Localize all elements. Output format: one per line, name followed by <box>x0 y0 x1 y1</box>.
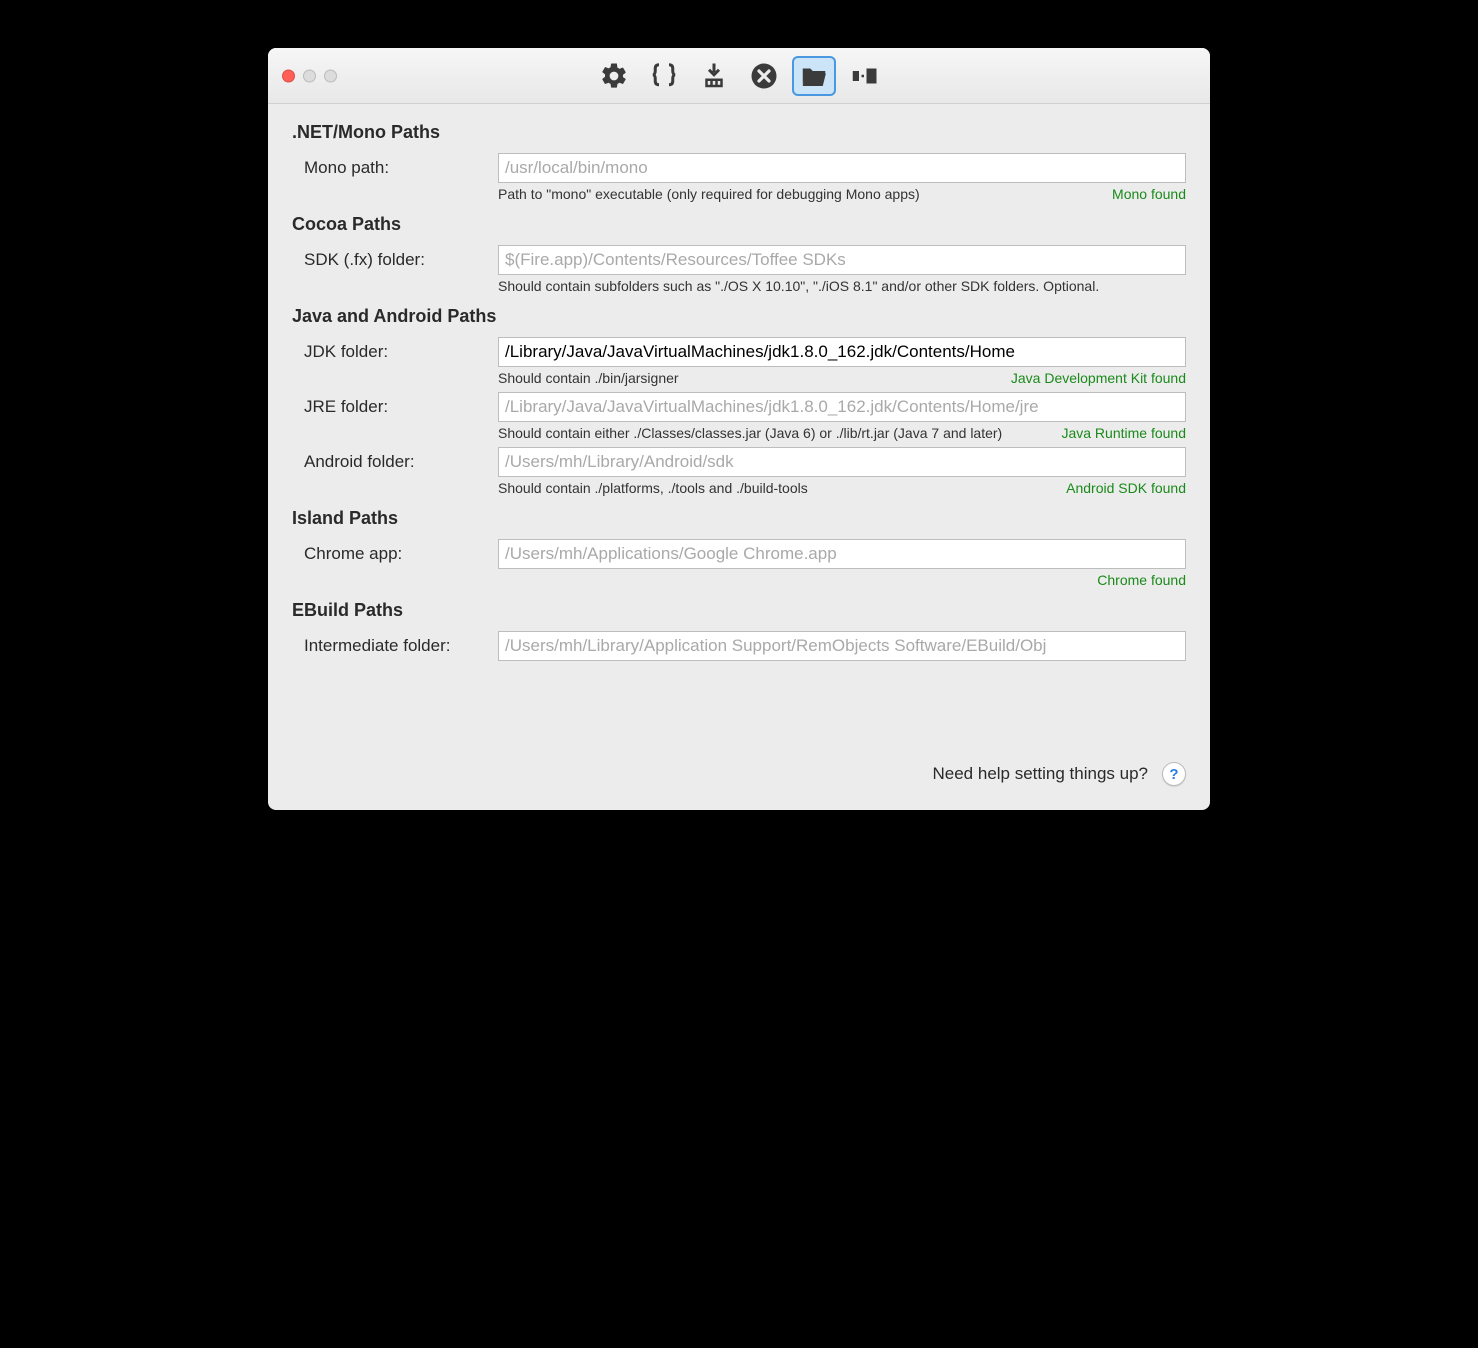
android-folder-label: Android folder: <box>304 447 492 472</box>
section-island-title: Island Paths <box>292 508 1186 529</box>
jre-folder-label: JRE folder: <box>304 392 492 417</box>
error-circle-icon <box>749 61 779 91</box>
intermediate-folder-input[interactable] <box>498 631 1186 661</box>
sdk-folder-label: SDK (.fx) folder: <box>304 245 492 270</box>
chrome-app-status: Chrome found <box>1097 572 1186 588</box>
jdk-folder-input[interactable] <box>498 337 1186 367</box>
section-ebuild-title: EBuild Paths <box>292 600 1186 621</box>
jre-folder-status: Java Runtime found <box>1061 425 1186 441</box>
jdk-folder-status: Java Development Kit found <box>1011 370 1186 386</box>
chrome-app-label: Chrome app: <box>304 539 492 564</box>
sdk-folder-input[interactable] <box>498 245 1186 275</box>
preferences-toolbar <box>592 56 886 96</box>
android-folder-input[interactable] <box>498 447 1186 477</box>
android-folder-hint: Should contain ./platforms, ./tools and … <box>498 480 808 496</box>
help-button[interactable]: ? <box>1162 762 1186 786</box>
help-icon: ? <box>1169 766 1178 783</box>
tab-build[interactable] <box>692 56 736 96</box>
jdk-folder-label: JDK folder: <box>304 337 492 362</box>
tab-code[interactable] <box>642 56 686 96</box>
panels-icon <box>849 61 879 91</box>
row-chrome-app: Chrome app: Chrome found <box>304 539 1186 588</box>
close-window-button[interactable] <box>282 69 295 82</box>
android-folder-status: Android SDK found <box>1066 480 1186 496</box>
row-sdk-folder: SDK (.fx) folder: Should contain subfold… <box>304 245 1186 294</box>
footer: Need help setting things up? ? <box>268 692 1210 810</box>
tab-general[interactable] <box>592 56 636 96</box>
row-intermediate-folder: Intermediate folder: <box>304 631 1186 664</box>
section-net-title: .NET/Mono Paths <box>292 122 1186 143</box>
mono-path-input[interactable] <box>498 153 1186 183</box>
row-jre-folder: JRE folder: Should contain either ./Clas… <box>304 392 1186 441</box>
mono-path-hint: Path to "mono" executable (only required… <box>498 186 920 202</box>
mono-path-status: Mono found <box>1112 186 1186 202</box>
footer-help-text: Need help setting things up? <box>933 764 1149 784</box>
window-controls <box>282 69 337 82</box>
tab-layout[interactable] <box>842 56 886 96</box>
minimize-window-button[interactable] <box>303 69 316 82</box>
gear-icon <box>599 61 629 91</box>
jdk-folder-hint: Should contain ./bin/jarsigner <box>498 370 679 386</box>
section-java-title: Java and Android Paths <box>292 306 1186 327</box>
zoom-window-button[interactable] <box>324 69 337 82</box>
row-android-folder: Android folder: Should contain ./platfor… <box>304 447 1186 496</box>
braces-icon <box>649 61 679 91</box>
titlebar <box>268 48 1210 104</box>
sdk-folder-hint: Should contain subfolders such as "./OS … <box>498 278 1099 294</box>
tab-errors[interactable] <box>742 56 786 96</box>
tab-paths[interactable] <box>792 56 836 96</box>
folder-open-icon <box>799 61 829 91</box>
mono-path-label: Mono path: <box>304 153 492 178</box>
preferences-window: .NET/Mono Paths Mono path: Path to "mono… <box>268 48 1210 810</box>
content-area: .NET/Mono Paths Mono path: Path to "mono… <box>268 104 1210 692</box>
jre-folder-input[interactable] <box>498 392 1186 422</box>
section-cocoa-title: Cocoa Paths <box>292 214 1186 235</box>
download-box-icon <box>699 61 729 91</box>
row-mono-path: Mono path: Path to "mono" executable (on… <box>304 153 1186 202</box>
intermediate-folder-label: Intermediate folder: <box>304 631 492 656</box>
jre-folder-hint: Should contain either ./Classes/classes.… <box>498 425 1002 441</box>
chrome-app-input[interactable] <box>498 539 1186 569</box>
row-jdk-folder: JDK folder: Should contain ./bin/jarsign… <box>304 337 1186 386</box>
